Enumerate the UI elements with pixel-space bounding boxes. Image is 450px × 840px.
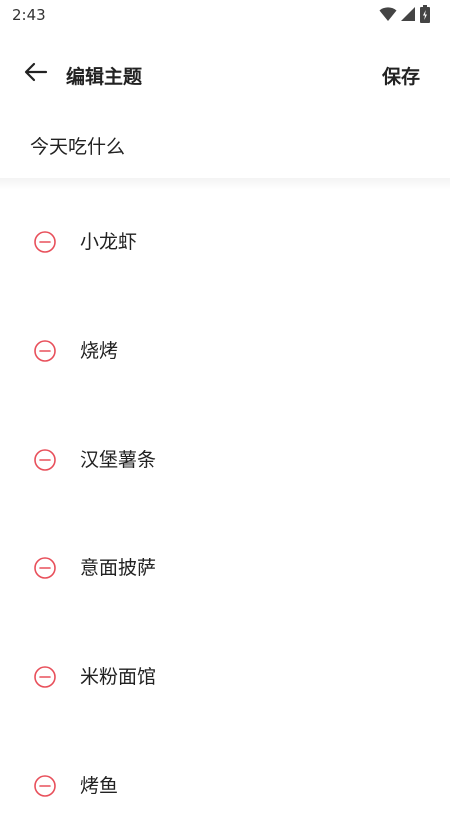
- remove-item-button[interactable]: [33, 774, 57, 798]
- minus-circle-icon: [34, 666, 56, 688]
- item-label: 米粉面馆: [80, 666, 157, 689]
- minus-circle-icon: [34, 448, 56, 471]
- status-icons: [379, 5, 430, 27]
- signal-icon: [401, 6, 416, 26]
- list-item: 汉堡薯条: [0, 405, 450, 514]
- option-list: 小龙虾 烧烤 汉堡薯条 意面披萨 米粉面馆 烤鱼: [0, 187, 450, 840]
- item-label: 意面披萨: [80, 557, 157, 580]
- page-title: 编辑主题: [66, 66, 143, 88]
- minus-circle-icon: [34, 775, 56, 797]
- item-label: 烤鱼: [80, 774, 119, 797]
- topic-name-field[interactable]: 今天吃什么: [30, 132, 125, 159]
- app-bar: 编辑主题 保存: [0, 48, 450, 100]
- arrow-left-icon: [24, 62, 48, 86]
- status-time: 2:43: [12, 6, 46, 24]
- wifi-icon: [379, 6, 397, 26]
- remove-item-button[interactable]: [33, 230, 57, 254]
- list-item: 小龙虾: [0, 187, 450, 296]
- list-item: 烤鱼: [0, 731, 450, 840]
- battery-icon: [420, 5, 430, 27]
- item-label: 小龙虾: [80, 231, 138, 253]
- back-button[interactable]: [20, 60, 52, 88]
- list-item: 米粉面馆: [0, 622, 450, 731]
- remove-item-button[interactable]: [33, 556, 57, 580]
- remove-item-button[interactable]: [33, 448, 57, 472]
- minus-circle-icon: [34, 557, 56, 580]
- item-label: 烧烤: [80, 339, 119, 362]
- minus-circle-icon: [34, 231, 56, 253]
- list-item: 意面披萨: [0, 513, 450, 622]
- item-label: 汉堡薯条: [80, 448, 157, 471]
- list-item: 烧烤: [0, 296, 450, 405]
- remove-item-button[interactable]: [33, 665, 57, 689]
- status-bar: 2:43: [0, 0, 450, 32]
- save-button[interactable]: 保存: [382, 62, 420, 89]
- remove-item-button[interactable]: [33, 339, 57, 363]
- minus-circle-icon: [34, 339, 56, 362]
